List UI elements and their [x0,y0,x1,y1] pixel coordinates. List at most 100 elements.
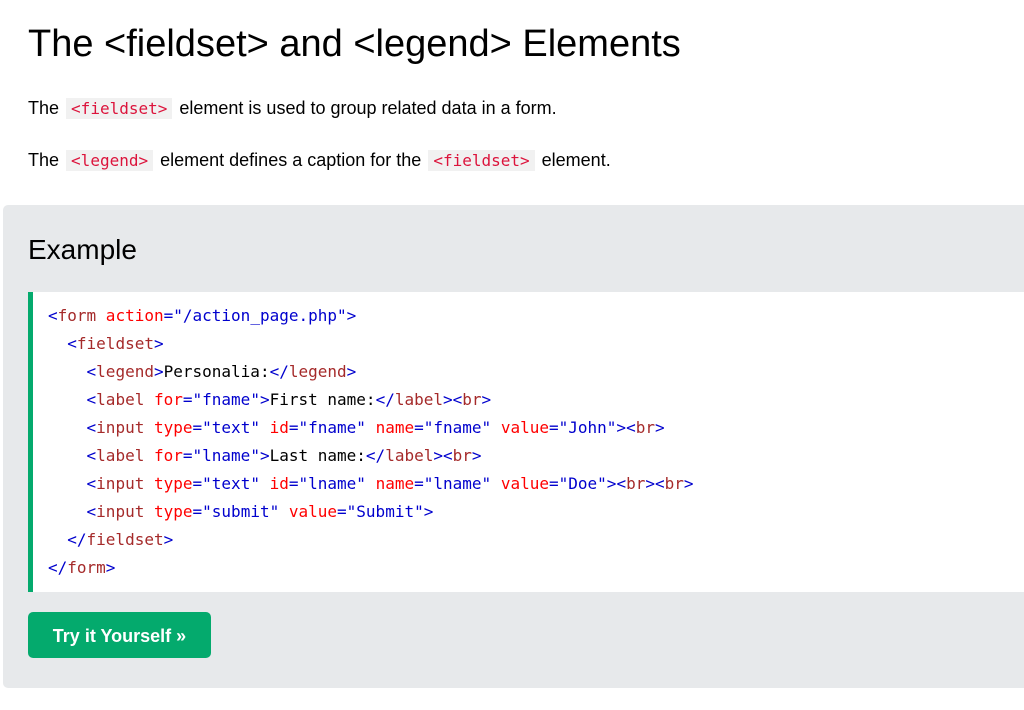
code-punctuation: > [471,446,482,465]
code-attribute-value: "John" [558,418,617,437]
code-attribute-value: "text" [202,418,260,437]
intro-text: element. [541,150,611,170]
code-line: <input type="text" id="lname" name="lnam… [48,470,1024,498]
code-text: Personalia: [163,362,270,381]
code-element-name: label [96,390,145,409]
code-element-name: label [385,446,434,465]
code-punctuation: > [153,334,164,353]
code-punctuation: < [48,306,58,325]
code-attribute: id [259,418,289,437]
example-panel: Example <form action="/action_page.php">… [3,205,1024,688]
code-line: <legend>Personalia:</legend> [48,358,1024,386]
code-line: <input type="text" id="fname" name="fnam… [48,414,1024,442]
code-attribute: value [491,418,549,437]
code-element-name: form [67,558,106,577]
code-punctuation: > [346,306,357,325]
code-punctuation: </ [48,558,68,577]
code-element-name: input [96,502,145,521]
code-punctuation: < [86,390,97,409]
code-attribute-value: "Submit" [346,502,424,521]
code-punctuation: = [548,418,559,437]
code-punctuation: </ [365,446,386,465]
intro-text: element defines a caption for the [160,150,422,170]
code-line: <form action="/action_page.php"> [48,302,1024,330]
code-punctuation: < [86,418,97,437]
code-attribute-value: "lname" [298,474,366,493]
code-attribute: value [279,502,338,521]
code-element-name: label [96,446,145,465]
code-block: <form action="/action_page.php"> <fields… [28,292,1024,592]
code-punctuation: > [259,390,270,409]
code-punctuation: < [443,446,453,465]
code-punctuation: </ [67,530,87,549]
code-punctuation: = [548,474,559,493]
code-punctuation: = [182,390,193,409]
code-element-name: input [96,418,145,437]
code-attribute: action [96,306,164,325]
code-element-name: fieldset [86,530,164,549]
code-punctuation: > [433,446,443,465]
try-it-yourself-button[interactable]: Try it Yourself » [28,612,211,658]
code-punctuation: = [414,474,424,493]
code-element-name: legend [96,362,154,381]
code-element-name: legend [288,362,347,381]
code-element-name: label [394,390,443,409]
code-attribute: id [259,474,289,493]
code-punctuation: < [616,474,627,493]
code-attribute: type [144,418,193,437]
code-punctuation: = [192,502,203,521]
code-line: </fieldset> [48,526,1024,554]
code-text: Last name: [269,446,366,465]
code-punctuation: > [606,474,617,493]
code-punctuation: < [452,390,463,409]
code-punctuation: > [105,558,116,577]
code-element-name: form [57,306,97,325]
code-line: <input type="submit" value="Submit"> [48,498,1024,526]
code-attribute-value: "Doe" [558,474,607,493]
code-punctuation: = [192,418,203,437]
code-punctuation: > [163,530,174,549]
code-punctuation: = [182,446,193,465]
inline-code-fieldset: <fieldset> [66,98,173,119]
intro-paragraph-legend: The <legend> element defines a caption f… [28,147,611,174]
code-punctuation: < [86,362,97,381]
code-punctuation: > [443,390,453,409]
example-heading: Example [28,234,137,265]
code-attribute-value: "lname" [423,474,492,493]
code-line: <fieldset> [48,330,1024,358]
code-punctuation: > [481,390,492,409]
code-punctuation: < [86,474,97,493]
code-punctuation: > [654,418,665,437]
code-attribute-value: "lname" [192,446,260,465]
code-punctuation: > [423,502,434,521]
code-punctuation: > [616,418,627,437]
code-punctuation: > [683,474,694,493]
code-punctuation: = [192,474,203,493]
code-punctuation: < [67,334,77,353]
code-element-name: br [664,474,684,493]
code-punctuation: > [259,446,270,465]
code-element-name: br [452,446,472,465]
code-element-name: br [635,418,655,437]
code-punctuation: > [346,362,357,381]
code-element-name: br [462,390,482,409]
code-attribute: type [144,502,193,521]
code-punctuation: </ [375,390,395,409]
intro-text: element is used to group related data in… [179,98,557,118]
code-punctuation: = [288,474,299,493]
code-attribute: name [365,474,415,493]
intro-paragraph-fieldset: The <fieldset> element is used to group … [28,95,557,122]
intro-text: The [28,150,60,170]
code-line: <label for="lname">Last name:</label><br… [48,442,1024,470]
intro-text: The [28,98,60,118]
inline-code-fieldset: <fieldset> [428,150,535,171]
code-attribute: for [144,446,183,465]
code-punctuation: < [626,418,636,437]
